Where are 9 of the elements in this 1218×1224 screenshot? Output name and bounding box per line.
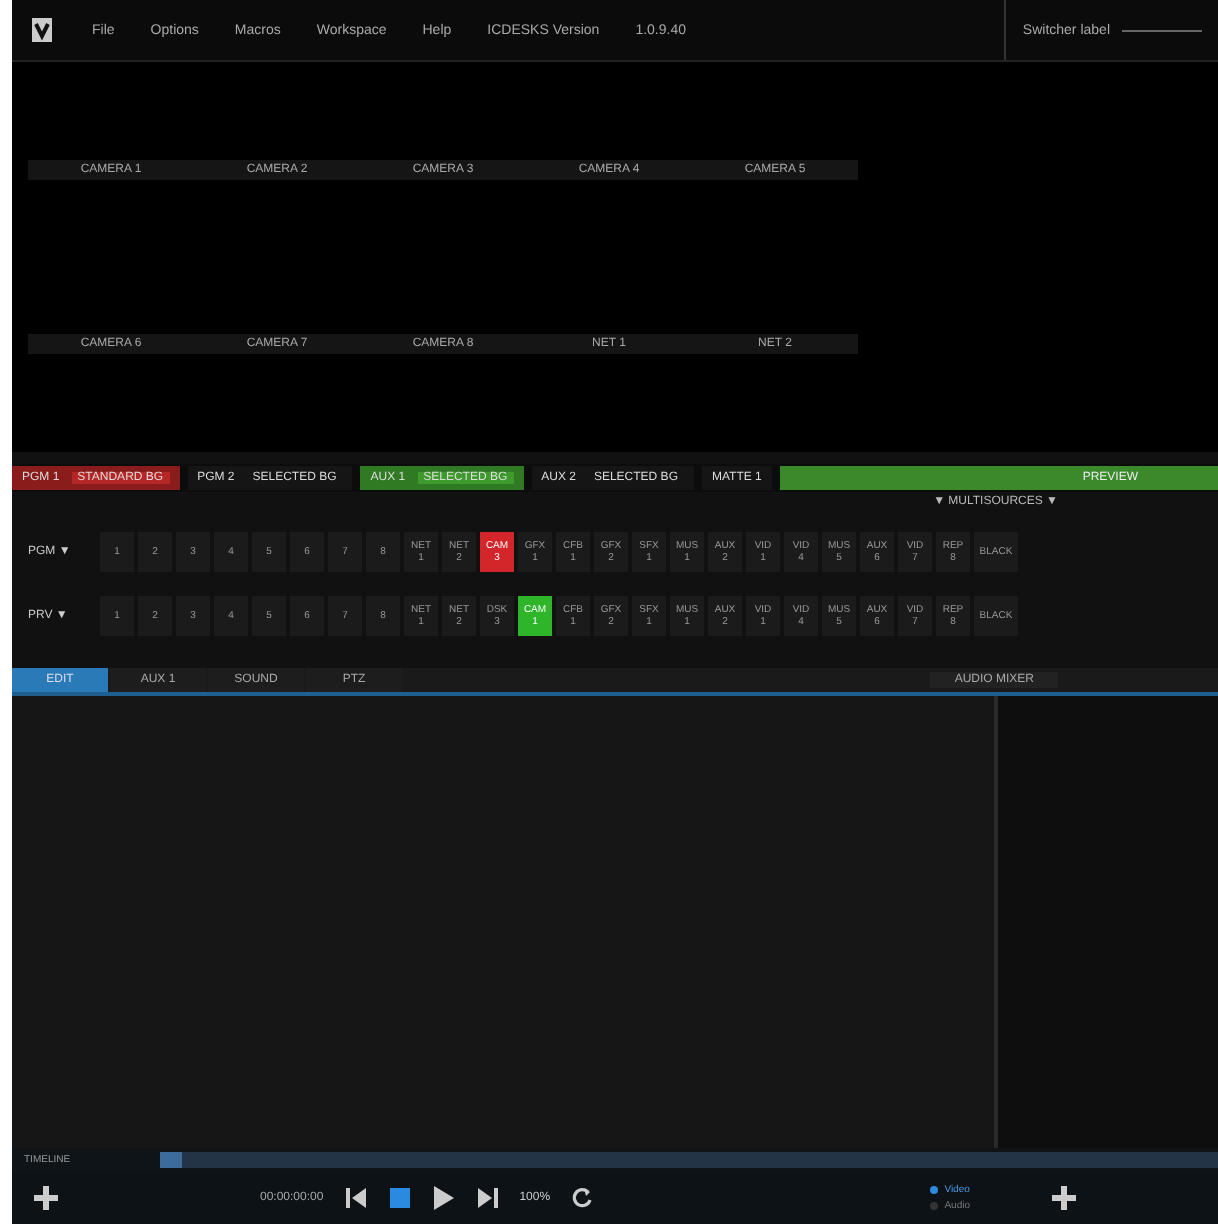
stop-icon[interactable] bbox=[387, 1186, 412, 1210]
play-icon[interactable] bbox=[431, 1186, 456, 1210]
add-icon[interactable] bbox=[1050, 1184, 1078, 1212]
refresh-icon[interactable] bbox=[570, 1186, 595, 1210]
add-icon[interactable] bbox=[32, 1184, 60, 1212]
skip-forward-icon[interactable] bbox=[475, 1186, 500, 1210]
logo-icon bbox=[28, 14, 56, 46]
skip-back-icon[interactable] bbox=[343, 1186, 368, 1210]
switcher-line bbox=[1122, 29, 1202, 31]
